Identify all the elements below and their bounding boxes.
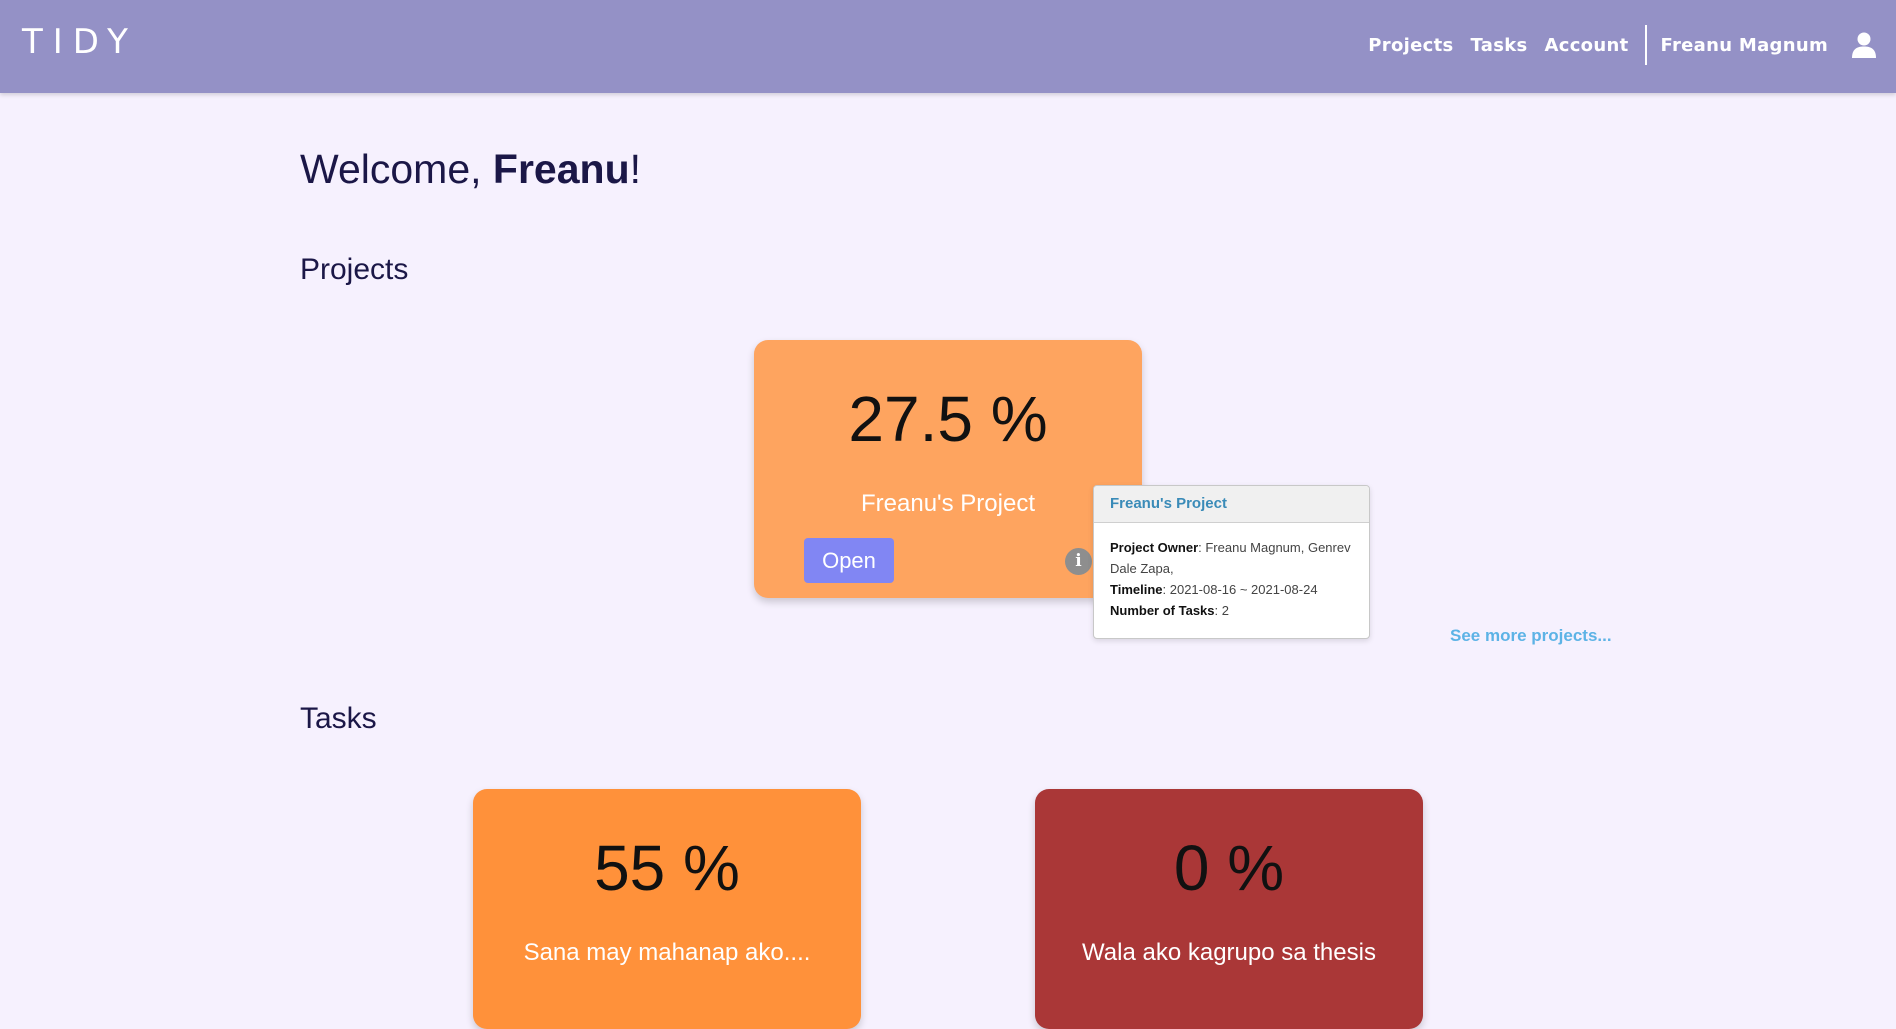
nav-link-projects[interactable]: Projects <box>1368 35 1453 56</box>
user-icon[interactable] <box>1852 32 1876 58</box>
projects-section-title: Projects <box>300 253 409 286</box>
tasks-section-title: Tasks <box>300 702 377 735</box>
popover-tasks-row: Number of Tasks: 2 <box>1110 600 1353 621</box>
open-project-button[interactable]: Open <box>804 538 894 583</box>
info-icon[interactable]: i <box>1065 548 1092 575</box>
see-more-projects-link[interactable]: See more projects... <box>1450 626 1612 646</box>
task-progress-percent: 55 % <box>594 832 740 904</box>
timeline-label: Timeline <box>1110 582 1163 597</box>
top-navbar: TIDY Projects Tasks Account Freanu Magnu… <box>0 0 1896 93</box>
nav-links: Projects Tasks Account Freanu Magnum <box>1351 24 1876 66</box>
tasks-count-value: : 2 <box>1214 603 1229 618</box>
task-progress-percent: 0 % <box>1173 832 1285 904</box>
tasks-count-label: Number of Tasks <box>1110 603 1215 618</box>
task-card[interactable]: 55 % Sana may mahanap ako.... <box>473 789 861 1029</box>
popover-title: Freanu's Project <box>1094 486 1369 523</box>
task-name: Sana may mahanap ako.... <box>523 939 811 966</box>
popover-owner-row: Project Owner: Freanu Magnum, Genrev Dal… <box>1110 537 1353 579</box>
nav-link-tasks[interactable]: Tasks <box>1471 35 1528 56</box>
project-progress-percent: 27.5 % <box>848 383 1048 455</box>
owner-label: Project Owner <box>1110 540 1199 555</box>
user-name[interactable]: Freanu Magnum <box>1661 35 1829 56</box>
task-name: Wala ako kagrupo sa thesis <box>1082 939 1376 966</box>
welcome-suffix: ! <box>629 146 642 192</box>
timeline-value: : 2021-08-16 ~ 2021-08-24 <box>1162 582 1318 597</box>
project-name: Freanu's Project <box>861 490 1035 517</box>
project-info-popover: Freanu's Project Project Owner: Freanu M… <box>1093 485 1370 639</box>
welcome-heading: Welcome, Freanu! <box>300 146 641 193</box>
welcome-prefix: Welcome, <box>300 146 493 192</box>
nav-divider <box>1644 25 1647 65</box>
popover-body: Project Owner: Freanu Magnum, Genrev Dal… <box>1094 523 1369 621</box>
brand-logo[interactable]: TIDY <box>22 22 138 62</box>
welcome-user-name: Freanu <box>492 146 630 192</box>
popover-timeline-row: Timeline: 2021-08-16 ~ 2021-08-24 <box>1110 579 1353 600</box>
task-card[interactable]: 0 % Wala ako kagrupo sa thesis <box>1035 789 1423 1029</box>
nav-link-account[interactable]: Account <box>1545 35 1629 56</box>
